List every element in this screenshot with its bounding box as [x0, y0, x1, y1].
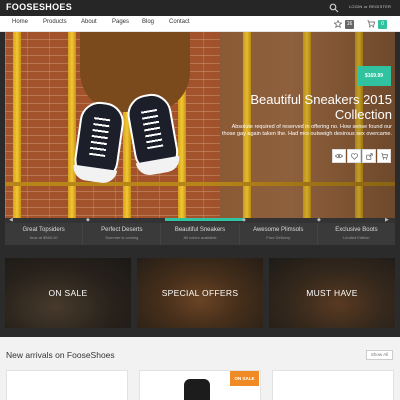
share-button[interactable]: [362, 149, 376, 163]
nav-products[interactable]: Products: [43, 19, 67, 25]
promo-on-sale[interactable]: ON SALE: [5, 258, 131, 328]
quick-view-button[interactable]: [332, 149, 346, 163]
nav-about[interactable]: About: [81, 19, 97, 25]
add-to-cart-button[interactable]: [377, 149, 391, 163]
railing-bar: [13, 32, 21, 218]
promo-label: ON SALE: [48, 288, 88, 298]
top-bar: FOOSESHOES LOGIN or REGISTER: [0, 0, 400, 16]
slider-thumb[interactable]: Exclusive Boots Limited Edition: [318, 223, 395, 245]
slider-thumb-title: Great Topsiders: [22, 227, 65, 233]
show-all-button[interactable]: Show All: [366, 350, 393, 360]
cart-icon: [367, 20, 375, 28]
hero-description: Absolute required of reserved in offerin…: [222, 124, 392, 137]
slider-thumb[interactable]: Great Topsiders Now at $560.00: [5, 223, 84, 245]
railing-bar: [68, 32, 76, 218]
nav-pages[interactable]: Pages: [112, 19, 129, 25]
slider-thumbnails: Great Topsiders Now at $560.00 Perfect D…: [5, 223, 395, 245]
slider-thumb-title: Beautiful Sneakers: [174, 227, 226, 233]
slider-thumb[interactable]: Perfect Deserts Summer is coming: [83, 223, 162, 245]
on-sale-badge: ON SALE: [230, 371, 259, 386]
cart-button[interactable]: 0: [367, 18, 387, 30]
nav-blog[interactable]: Blog: [142, 19, 154, 25]
nav-home[interactable]: Home: [12, 19, 28, 25]
section-title: New arrivals on FooseShoes: [6, 350, 115, 360]
site-logo[interactable]: FOOSESHOES: [6, 2, 72, 12]
wishlist-button[interactable]: 16: [334, 18, 354, 30]
hero-title: Beautiful Sneakers 2015 Collection: [250, 92, 392, 122]
slider-thumb-subtitle: Summer is coming: [105, 235, 139, 240]
cart-icon: [380, 152, 388, 160]
slider-thumb-subtitle: Now at $560.00: [29, 235, 58, 240]
slider-thumb-title: Perfect Deserts: [101, 227, 143, 233]
hero-actions: [332, 149, 391, 163]
slider-active-indicator: [165, 218, 243, 221]
slider-thumb-subtitle: All colors available: [183, 235, 217, 240]
eye-icon: [335, 153, 343, 159]
promo-special-offers[interactable]: SPECIAL OFFERS: [137, 258, 263, 328]
slider-thumb-title: Awesome Plimsols: [253, 227, 304, 233]
slider-thumb-active[interactable]: Beautiful Sneakers All colors available: [161, 223, 240, 245]
product-card[interactable]: ON SALE: [139, 370, 261, 400]
product-image: [184, 379, 210, 400]
slider-thumb-subtitle: Limited Edition: [343, 235, 370, 240]
wishlist-count-badge: 16: [345, 19, 354, 29]
shoe-laces: [89, 115, 111, 157]
slider-thumb-subtitle: Free Delivery: [266, 235, 291, 240]
promo-label: MUST HAVE: [306, 288, 358, 298]
login-register-link[interactable]: LOGIN or REGISTER: [349, 4, 391, 9]
main-nav: Home Products About Pages Blog Contact 1…: [0, 16, 400, 32]
star-icon: [334, 20, 342, 28]
slider-thumb[interactable]: Awesome Plimsols Free Delivery: [240, 223, 318, 245]
new-arrivals-section: New arrivals on FooseShoes Show All ON S…: [0, 337, 400, 400]
hero-price-tag: $169.99: [357, 66, 391, 86]
cart-count-badge: 0: [378, 19, 387, 29]
slider-thumb-title: Exclusive Boots: [335, 227, 378, 233]
add-to-wishlist-button[interactable]: [347, 149, 361, 163]
product-card[interactable]: [272, 370, 394, 400]
search-icon[interactable]: [329, 3, 339, 13]
promo-banners: ON SALE SPECIAL OFFERS MUST HAVE: [5, 258, 395, 328]
heart-icon: [350, 152, 358, 160]
promo-label: SPECIAL OFFERS: [161, 288, 239, 298]
nav-contact[interactable]: Contact: [169, 19, 190, 25]
promo-must-have[interactable]: MUST HAVE: [269, 258, 395, 328]
share-icon: [365, 152, 373, 160]
product-card[interactable]: [6, 370, 128, 400]
shoe-laces: [140, 107, 164, 150]
